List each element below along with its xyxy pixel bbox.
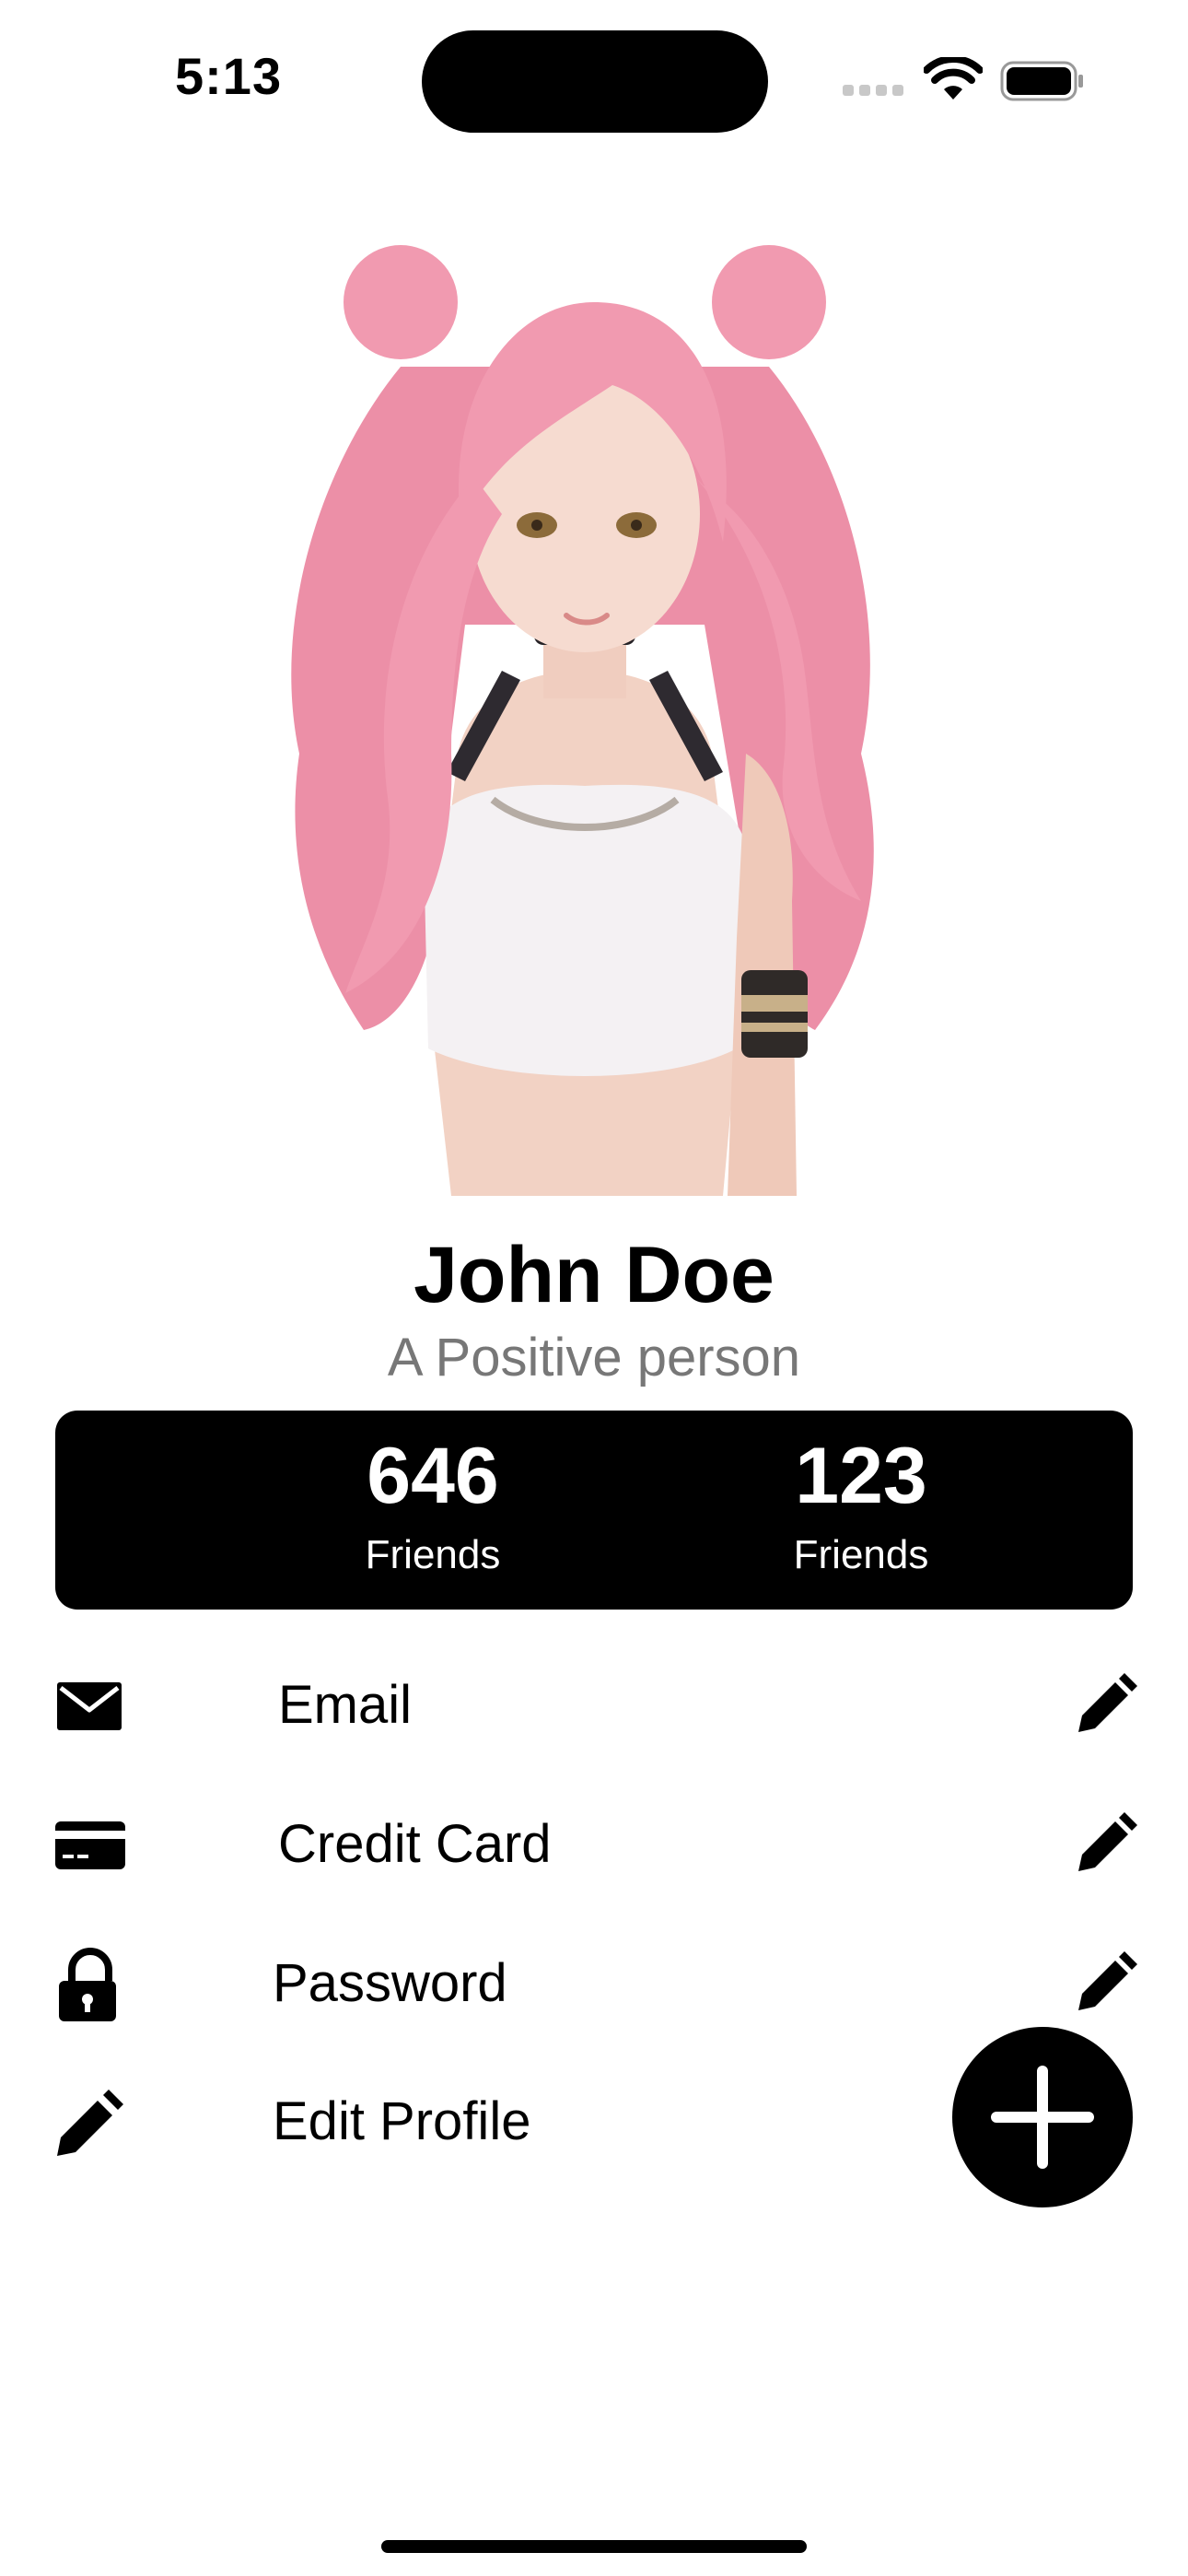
dynamic-island	[422, 30, 768, 133]
friends-label-secondary: Friends	[793, 1532, 929, 1577]
pencil-icon[interactable]	[1073, 1673, 1137, 1738]
menu-item-label: Password	[273, 1953, 507, 2013]
envelope-icon	[57, 1682, 122, 1730]
lock-icon	[59, 1948, 116, 2021]
wifi-icon	[924, 57, 983, 100]
menu-item-password[interactable]: Password	[0, 1929, 1188, 2040]
friends-stat[interactable]: 646 Friends	[299, 1436, 566, 1578]
profile-bio: A Positive person	[387, 1328, 801, 1388]
pencil-icon[interactable]	[1073, 1812, 1137, 1877]
friends-stat-secondary[interactable]: 123 Friends	[728, 1436, 995, 1578]
stats-card: 646 Friends 123 Friends	[55, 1411, 1133, 1610]
status-time: 5:13	[175, 47, 283, 105]
battery-icon	[1000, 61, 1083, 101]
home-indicator[interactable]	[381, 2540, 807, 2553]
menu-item-label: Email	[278, 1675, 413, 1735]
cellular-signal-icon	[843, 85, 903, 96]
menu-item-credit-card[interactable]: Credit Card	[0, 1790, 1188, 1901]
menu-item-email[interactable]: Email	[0, 1651, 1188, 1762]
credit-card-icon	[55, 1821, 125, 1869]
friends-label: Friends	[365, 1532, 501, 1577]
friends-count-secondary: 123	[795, 1432, 927, 1520]
plus-icon	[991, 2066, 1094, 2169]
menu-item-label: Edit Profile	[273, 2091, 531, 2151]
add-button[interactable]	[952, 2027, 1133, 2207]
pencil-icon[interactable]	[1073, 1951, 1137, 2016]
status-bar: 5:13	[0, 0, 1188, 157]
profile-name: John Doe	[413, 1231, 775, 1319]
profile-avatar	[291, 245, 874, 1196]
menu-item-label: Credit Card	[278, 1814, 552, 1874]
friends-count: 646	[367, 1432, 499, 1520]
pencil-icon	[57, 2090, 123, 2156]
